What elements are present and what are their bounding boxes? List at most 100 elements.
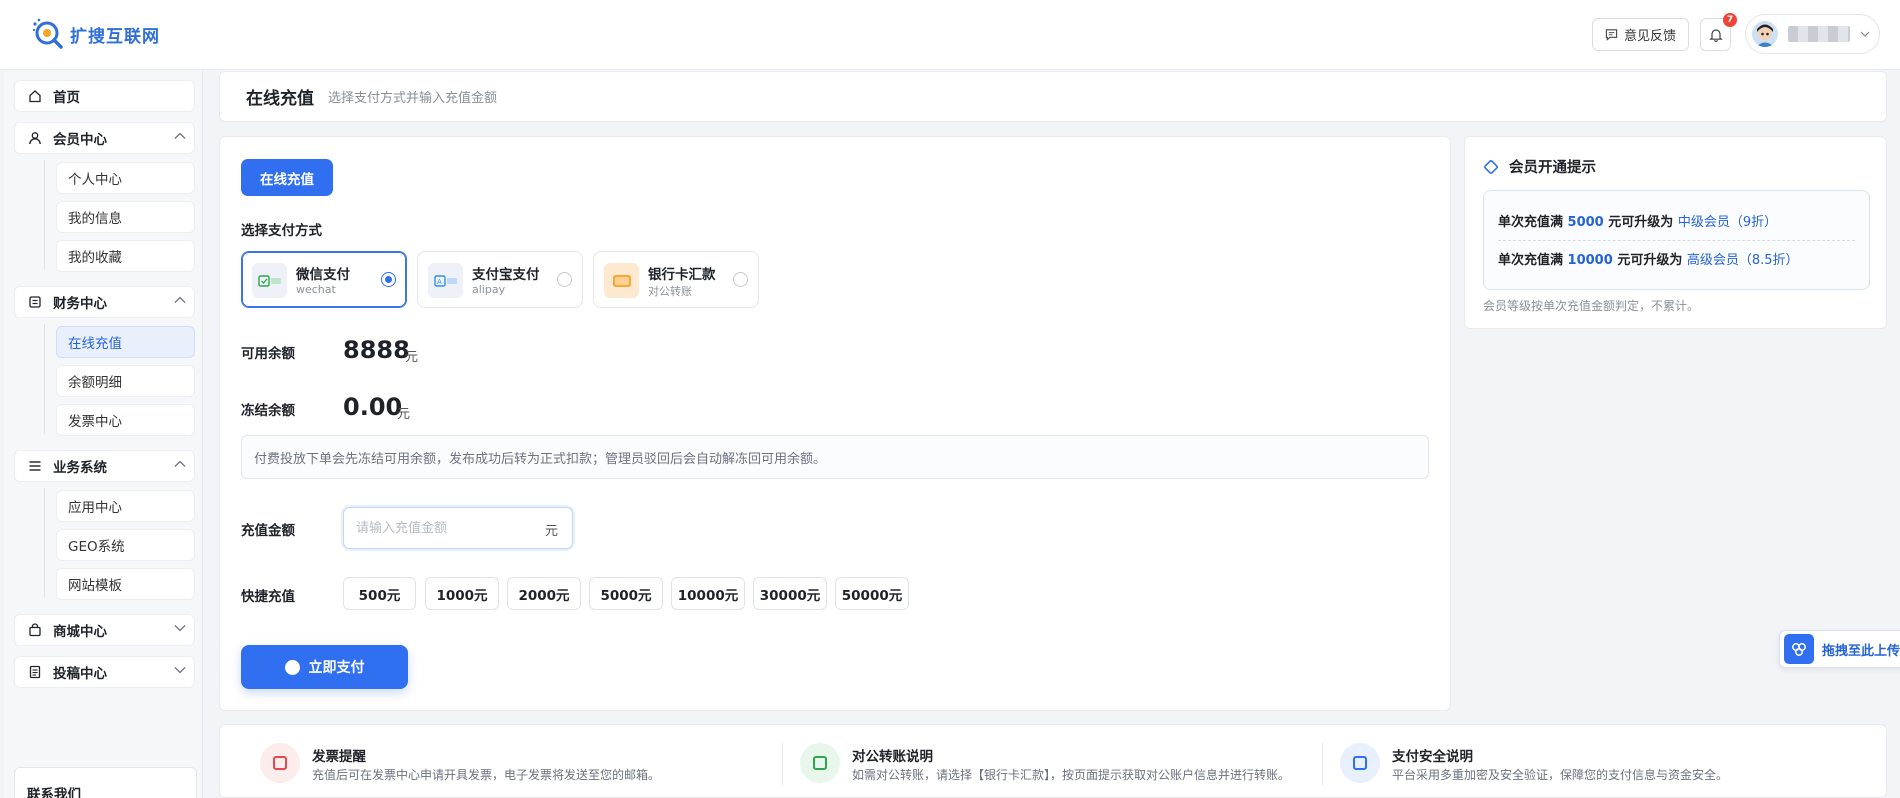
feedback-label: 意见反馈 — [1623, 29, 1676, 44]
user-menu[interactable] — [1745, 14, 1880, 54]
quick-amount-1000[interactable]: 1000元 — [425, 577, 499, 610]
radio-selected[interactable] — [381, 272, 396, 287]
payment-option-name: 银行卡汇款 — [648, 267, 716, 283]
frozen-balance-label: 冻结余额 — [241, 403, 295, 419]
sidebar-group-label: 业务系统 — [53, 460, 107, 476]
sidebar-group-mall-center[interactable]: 商城中心 — [14, 614, 195, 646]
balance-notice: 付费投放下单会先冻结可用余额，发布成功后转为正式扣款；管理员驳回后会自动解冻回可… — [241, 435, 1429, 479]
sidebar-item-my-favorites[interactable]: 我的收藏 — [56, 240, 195, 272]
radio-unselected[interactable] — [557, 272, 572, 287]
info-title: 发票提醒 — [312, 749, 366, 765]
tier-prefix: 单次充值满 — [1498, 215, 1564, 230]
quick-amount-10000[interactable]: 10000元 — [671, 577, 745, 610]
feedback-button[interactable]: 意见反馈 — [1592, 18, 1689, 51]
page-title: 在线充值 — [246, 89, 314, 109]
sidebar-item-invoice-center[interactable]: 发票中心 — [56, 404, 195, 436]
sidebar-item-personal-center[interactable]: 个人中心 — [56, 162, 195, 194]
payment-option-wechat[interactable]: 微信支付 wechat — [241, 251, 407, 308]
tier-amount: 5000 — [1567, 215, 1604, 230]
tier-amount: 10000 — [1567, 253, 1613, 268]
page-header: 在线充值 选择支付方式并输入充值金额 — [219, 71, 1887, 122]
amount-input[interactable] — [356, 518, 526, 538]
quick-recharge-label: 快捷充值 — [241, 589, 295, 605]
chevron-down-icon — [174, 625, 186, 632]
pay-now-button[interactable]: 立即支付 — [241, 645, 408, 689]
quick-amount-2000[interactable]: 2000元 — [507, 577, 581, 610]
logo[interactable]: 扩搜互联网 — [30, 16, 160, 52]
sidebar: 首页 会员中心 个人中心 我的信息 我的收藏 财务中心 在线充值 余额明细 发票… — [4, 71, 203, 798]
shopping-bag-icon — [27, 622, 43, 638]
home-icon — [27, 88, 43, 104]
contact-us-label: 联系我们 — [27, 787, 81, 798]
sidebar-group-label: 投稿中心 — [53, 666, 107, 682]
amount-field[interactable]: 元 — [343, 507, 573, 549]
amount-label: 充值金额 — [241, 523, 295, 539]
user-icon — [27, 130, 43, 146]
sidebar-group-finance-center[interactable]: 财务中心 — [14, 286, 195, 318]
payment-method-label: 选择支付方式 — [241, 223, 322, 239]
drag-upload-label: 拖拽至此上传 — [1822, 643, 1900, 659]
sidebar-item-online-recharge[interactable]: 在线充值 — [56, 326, 195, 358]
divider — [782, 743, 783, 785]
payment-option-alipay[interactable]: A 支付宝支付 alipay — [417, 251, 583, 308]
tier-level: 中级会员（9折） — [1677, 215, 1778, 230]
bell-icon — [1708, 29, 1723, 42]
chevron-up-icon — [174, 460, 186, 467]
user-name-blurred — [1788, 26, 1850, 42]
logo-text: 扩搜互联网 — [70, 26, 160, 47]
chevron-up-icon — [174, 132, 186, 139]
submenu-guide-line — [44, 488, 45, 598]
contact-us-card[interactable]: 联系我们 — [14, 767, 197, 798]
available-balance-unit: 元 — [405, 350, 419, 365]
sidebar-group-submission-center[interactable]: 投稿中心 — [14, 656, 195, 688]
submenu-guide-line — [44, 324, 45, 434]
diamond-icon — [1484, 159, 1498, 174]
payment-option-bank-transfer[interactable]: 银行卡汇款 对公转账 — [593, 251, 759, 308]
tab-online-recharge[interactable]: 在线充值 — [241, 159, 333, 196]
sidebar-item-balance-details[interactable]: 余额明细 — [56, 365, 195, 397]
quick-amount-30000[interactable]: 30000元 — [753, 577, 827, 610]
tier-middle: 元可升级为 — [1608, 215, 1674, 230]
quick-amount-5000[interactable]: 5000元 — [589, 577, 663, 610]
divider — [1322, 743, 1323, 785]
tier-prefix: 单次充值满 — [1498, 253, 1564, 268]
drag-upload-widget[interactable]: 拖拽至此上传 — [1779, 630, 1900, 668]
sidebar-group-member-center[interactable]: 会员中心 — [14, 122, 195, 154]
available-balance-value: 8888 — [343, 336, 410, 364]
sidebar-item-home[interactable]: 首页 — [14, 80, 195, 112]
cloud-upload-icon — [1784, 634, 1814, 664]
sidebar-item-app-center[interactable]: 应用中心 — [56, 490, 195, 522]
quick-amount-50000[interactable]: 50000元 — [835, 577, 909, 610]
chevron-up-icon — [174, 296, 186, 303]
sidebar-item-my-info[interactable]: 我的信息 — [56, 201, 195, 233]
tier-middle: 元可升级为 — [1617, 253, 1683, 268]
message-icon — [1605, 29, 1618, 41]
transfer-icon — [800, 743, 840, 783]
sidebar-group-label: 财务中心 — [53, 296, 107, 312]
info-footer-card: 发票提醒 充值后可在发票中心申请开具发票，电子发票将发送至您的邮箱。 对公转账说… — [219, 724, 1887, 798]
pay-now-label: 立即支付 — [308, 660, 365, 676]
shield-icon — [1340, 743, 1380, 783]
frozen-balance-unit: 元 — [397, 407, 411, 422]
notification-button[interactable]: 7 — [1700, 13, 1737, 51]
radio-unselected[interactable] — [733, 272, 748, 287]
sidebar-item-geo-system[interactable]: GEO系统 — [56, 529, 195, 561]
payment-option-name: 支付宝支付 — [472, 267, 540, 283]
quick-amount-500[interactable]: 500元 — [343, 577, 416, 610]
bank-card-icon — [604, 263, 639, 298]
chevron-down-icon — [1860, 31, 1870, 37]
sidebar-group-label: 会员中心 — [53, 132, 107, 148]
membership-note: 会员等级按单次充值金额判定，不累计。 — [1483, 299, 1700, 313]
svg-text:A: A — [437, 278, 442, 286]
amount-unit: 元 — [544, 524, 558, 539]
tier-level: 高级会员（8.5折） — [1686, 253, 1799, 268]
tier-row: 单次充值满 5000 元可升级为 中级会员（9折） — [1498, 211, 1777, 230]
membership-tiers: 单次充值满 5000 元可升级为 中级会员（9折） 单次充值满 10000 元可… — [1483, 190, 1870, 290]
frozen-balance-value: 0.00 — [343, 393, 403, 421]
sidebar-item-website-templates[interactable]: 网站模板 — [56, 568, 195, 600]
info-title: 对公转账说明 — [852, 749, 933, 765]
sidebar-group-label: 商城中心 — [53, 624, 107, 640]
sidebar-group-business-system[interactable]: 业务系统 — [14, 450, 195, 482]
membership-tips-title: 会员开通提示 — [1509, 160, 1596, 176]
submenu-guide-line — [44, 160, 45, 270]
